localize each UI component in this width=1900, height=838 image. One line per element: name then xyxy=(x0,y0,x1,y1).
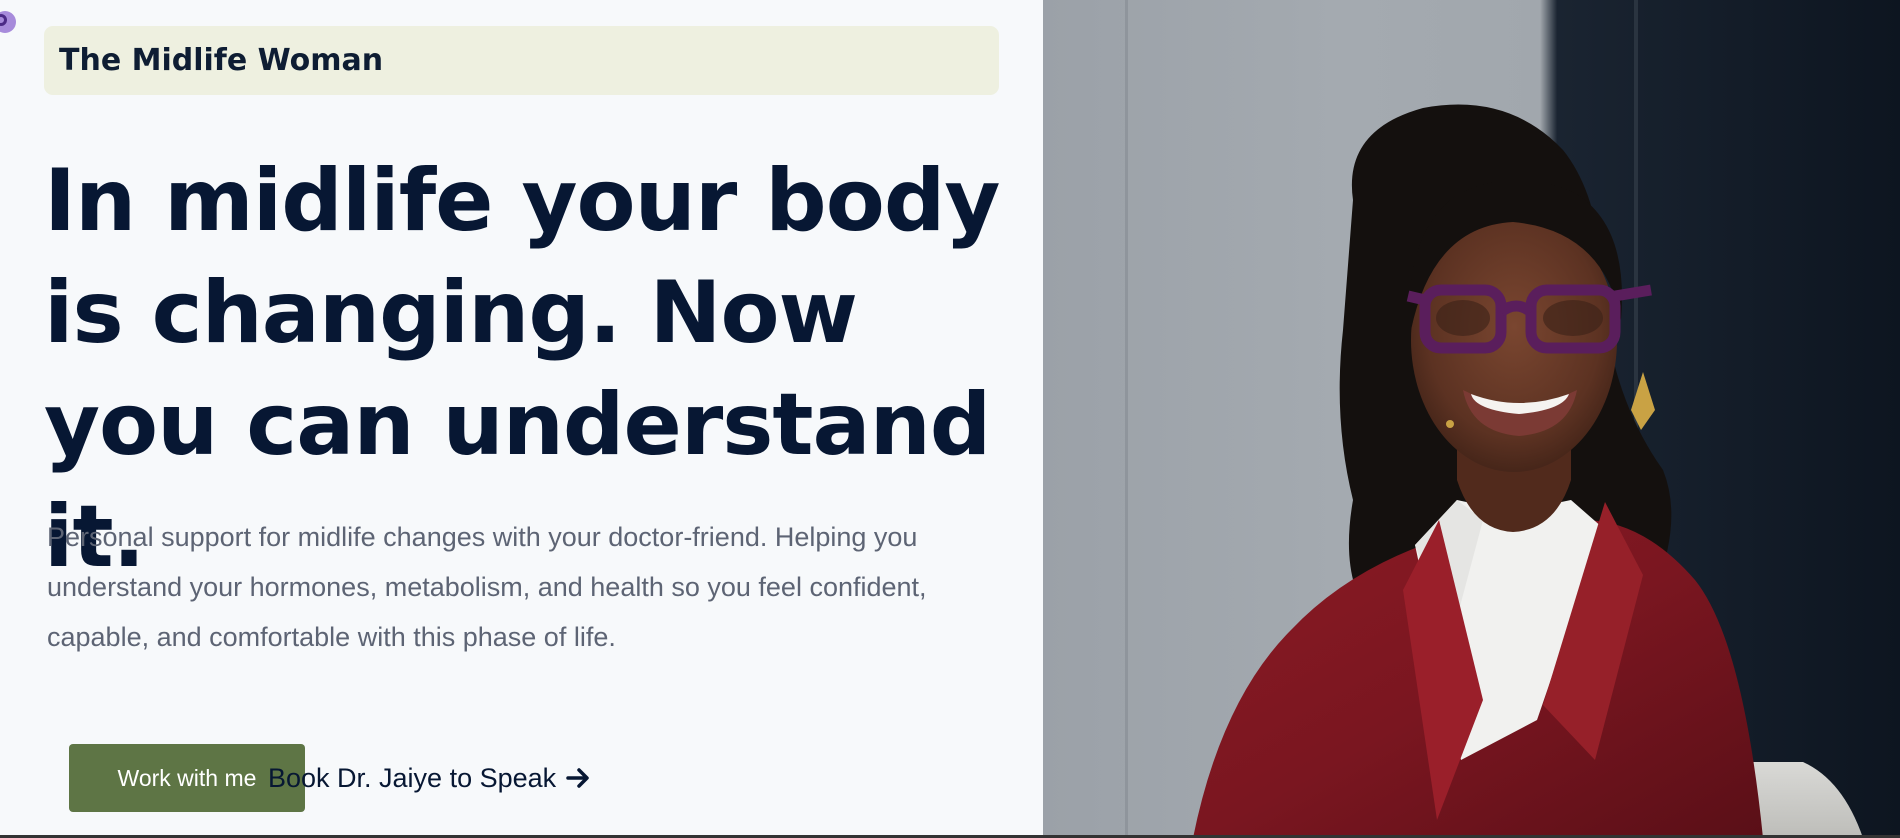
hero-subtext: Personal support for midlife changes wit… xyxy=(47,522,927,652)
page: The Midlife Woman In midlife your body i… xyxy=(0,0,1900,838)
portrait-photo xyxy=(1043,0,1900,838)
brand-name[interactable]: The Midlife Woman xyxy=(59,43,383,78)
arrow-right-icon xyxy=(566,768,589,788)
cta-row: Work with me Book Dr. Jaiye to Speak xyxy=(69,744,589,812)
book-to-speak-label: Book Dr. Jaiye to Speak xyxy=(268,762,557,793)
brand-bar[interactable]: The Midlife Woman xyxy=(44,26,999,95)
book-to-speak-link[interactable]: Book Dr. Jaiye to Speak xyxy=(268,744,591,812)
hero-content: The Midlife Woman In midlife your body i… xyxy=(0,0,1043,838)
portrait-image xyxy=(1043,0,1900,838)
